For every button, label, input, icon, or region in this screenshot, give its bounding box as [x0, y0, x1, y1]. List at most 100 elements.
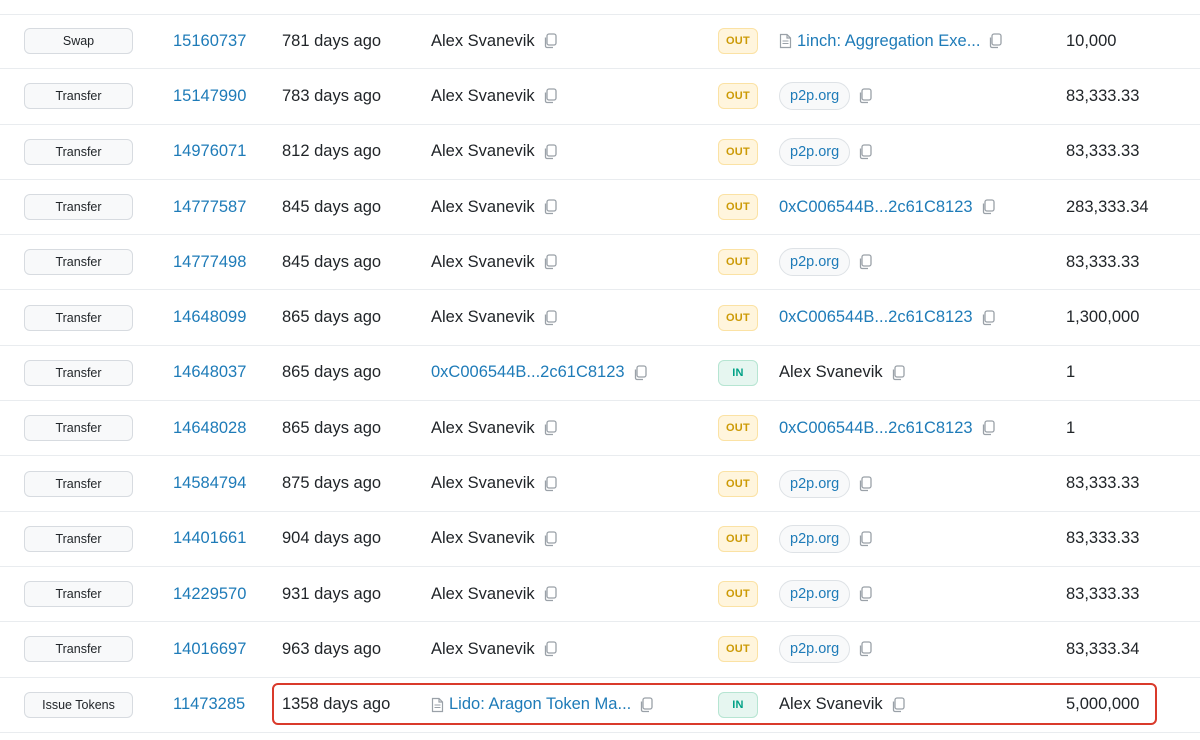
copy-icon[interactable]: [858, 254, 872, 270]
copy-icon[interactable]: [543, 475, 557, 492]
copy-icon[interactable]: [858, 88, 872, 104]
direction-cell: OUT: [718, 622, 758, 676]
from-address: Alex Svanevik: [431, 529, 535, 548]
direction-badge: OUT: [718, 249, 758, 276]
to-address[interactable]: 0xC006544B...2c61C8123: [779, 419, 973, 438]
direction-cell: OUT: [718, 69, 758, 123]
to-address-pill[interactable]: p2p.org: [779, 580, 851, 609]
to-address[interactable]: 0xC006544B...2c61C8123: [779, 198, 973, 217]
from-address[interactable]: 0xC006544B...2c61C8123: [431, 363, 625, 382]
block-link[interactable]: 14584794: [173, 474, 246, 493]
method-button[interactable]: Transfer: [24, 138, 133, 165]
method-button[interactable]: Transfer: [24, 83, 133, 110]
direction-cell: OUT: [718, 567, 758, 621]
copy-icon[interactable]: [988, 33, 1003, 49]
block-link[interactable]: 14229570: [173, 585, 246, 604]
block-cell: 14401661: [173, 512, 246, 566]
block-link[interactable]: 15147990: [173, 87, 246, 106]
block-link[interactable]: 14016697: [173, 640, 246, 659]
to-address-pill[interactable]: p2p.org: [779, 82, 851, 111]
direction-badge: OUT: [718, 28, 758, 55]
to-cell: Alex Svanevik: [779, 346, 905, 400]
to-address-pill[interactable]: p2p.org: [779, 524, 851, 553]
copy-icon[interactable]: [981, 199, 995, 215]
copy-icon[interactable]: [858, 586, 872, 602]
block-link[interactable]: 14648099: [173, 308, 246, 327]
copy-icon[interactable]: [543, 199, 557, 215]
block-link[interactable]: 14976071: [173, 142, 246, 161]
block-link[interactable]: 11473285: [173, 695, 245, 714]
method-cell: Swap: [24, 14, 136, 68]
copy-icon[interactable]: [543, 254, 557, 270]
block-link[interactable]: 14777587: [173, 198, 246, 217]
to-address-pill[interactable]: p2p.org: [779, 635, 851, 664]
block-cell: 14584794: [173, 456, 246, 510]
quantity-cell: 10,000: [1066, 14, 1116, 68]
copy-icon[interactable]: [858, 641, 872, 657]
method-button[interactable]: Transfer: [24, 304, 133, 331]
block-link[interactable]: 14648037: [173, 363, 246, 382]
to-address-pill[interactable]: p2p.org: [779, 137, 851, 166]
age-text: 783 days ago: [282, 86, 382, 105]
contract-doc-icon: [779, 33, 792, 49]
quantity-cell: 83,333.33: [1066, 69, 1139, 123]
copy-icon[interactable]: [981, 420, 995, 436]
age-cell: 812 days ago: [282, 125, 381, 179]
block-link[interactable]: 14401661: [173, 529, 246, 548]
block-link[interactable]: 14648028: [173, 419, 246, 438]
copy-icon[interactable]: [891, 365, 905, 381]
method-button[interactable]: Swap: [24, 28, 133, 55]
copy-icon[interactable]: [543, 88, 557, 104]
method-button[interactable]: Transfer: [24, 525, 133, 552]
quantity-cell: 1,300,000: [1066, 290, 1139, 344]
age-text: 865 days ago: [282, 363, 382, 382]
method-button[interactable]: Transfer: [24, 581, 133, 608]
age-text: 865 days ago: [282, 308, 382, 327]
copy-icon[interactable]: [543, 531, 557, 547]
method-button[interactable]: Transfer: [24, 359, 133, 386]
method-button[interactable]: Issue Tokens: [24, 691, 133, 718]
copy-icon[interactable]: [858, 475, 872, 492]
direction-badge: OUT: [718, 525, 758, 552]
direction-cell: OUT: [718, 401, 758, 455]
copy-icon[interactable]: [858, 144, 872, 160]
method-button[interactable]: Transfer: [24, 470, 133, 497]
method-button[interactable]: Transfer: [24, 636, 133, 663]
quantity-cell: 83,333.33: [1066, 235, 1139, 289]
to-address[interactable]: 1inch: Aggregation Exe...: [797, 32, 980, 51]
copy-icon[interactable]: [543, 144, 557, 160]
copy-icon[interactable]: [633, 365, 647, 381]
quantity-cell: 83,333.33: [1066, 567, 1139, 621]
from-cell: Alex Svanevik: [431, 567, 557, 621]
copy-icon[interactable]: [858, 531, 872, 547]
direction-cell: IN: [718, 346, 758, 400]
copy-icon[interactable]: [543, 309, 557, 326]
to-address-pill[interactable]: p2p.org: [779, 248, 851, 277]
quantity-cell: 83,333.33: [1066, 125, 1139, 179]
quantity-cell: 83,333.33: [1066, 512, 1139, 566]
block-link[interactable]: 14777498: [173, 253, 246, 272]
block-cell: 14648028: [173, 401, 246, 455]
from-address: Alex Svanevik: [431, 474, 535, 493]
block-link[interactable]: 15160737: [173, 32, 246, 51]
from-address: Alex Svanevik: [431, 142, 535, 161]
method-button[interactable]: Transfer: [24, 415, 133, 442]
from-address: Alex Svanevik: [431, 639, 535, 658]
copy-icon[interactable]: [543, 33, 557, 49]
to-address-pill[interactable]: p2p.org: [779, 469, 851, 498]
copy-icon[interactable]: [543, 586, 557, 602]
age-text: 904 days ago: [282, 529, 382, 548]
method-button[interactable]: Transfer: [24, 249, 133, 276]
to-address[interactable]: 0xC006544B...2c61C8123: [779, 308, 973, 327]
copy-icon[interactable]: [981, 309, 995, 326]
age-cell: 904 days ago: [282, 512, 381, 566]
method-button[interactable]: Transfer: [24, 194, 133, 221]
age-cell: 781 days ago: [282, 14, 381, 68]
method-cell: Transfer: [24, 346, 136, 400]
direction-badge: OUT: [718, 415, 758, 442]
method-cell: Issue Tokens: [24, 678, 136, 732]
copy-icon[interactable]: [543, 641, 557, 657]
to-cell: 0xC006544B...2c61C8123: [779, 180, 995, 234]
block-cell: 15160737: [173, 14, 246, 68]
copy-icon[interactable]: [543, 420, 557, 436]
